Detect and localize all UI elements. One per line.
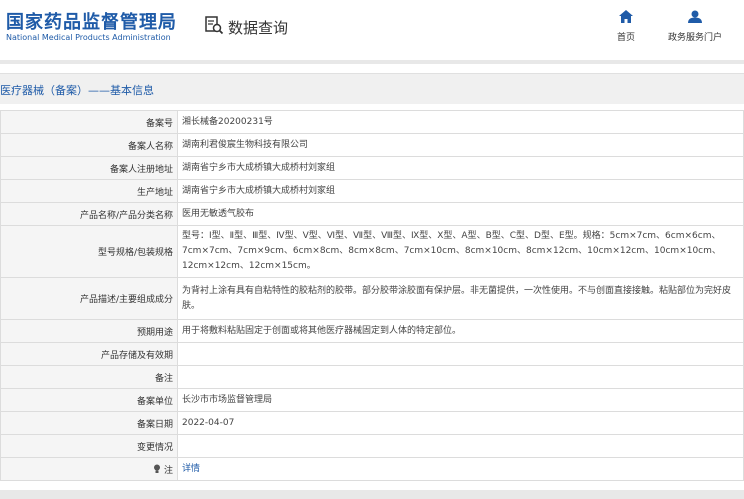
table-row: 变更情况 bbox=[0, 434, 744, 458]
row-value: 长沙市市场监督管理局 bbox=[177, 388, 744, 412]
row-value: 湖南省宁乡市大成桥镇大成桥村刘家组 bbox=[177, 179, 744, 203]
row-value: 湖南省宁乡市大成桥镇大成桥村刘家组 bbox=[177, 156, 744, 180]
table-row: 备案人注册地址 湖南省宁乡市大成桥镇大成桥村刘家组 bbox=[0, 156, 744, 180]
table-row: 注 详情 bbox=[0, 457, 744, 481]
row-label: 生产地址 bbox=[0, 179, 178, 203]
table-row: 产品名称/产品分类名称 医用无敏透气胶布 bbox=[0, 202, 744, 226]
row-value: 湘长械备20200231号 bbox=[177, 110, 744, 134]
row-label: 备案人注册地址 bbox=[0, 156, 178, 180]
row-label: 型号规格/包装规格 bbox=[0, 225, 178, 278]
bulb-icon bbox=[153, 464, 164, 476]
row-value: 医用无敏透气胶布 bbox=[177, 202, 744, 226]
table-row: 备案单位 长沙市市场监督管理局 bbox=[0, 388, 744, 412]
data-query-title: 数据查询 bbox=[204, 15, 288, 39]
table-row: 备注 bbox=[0, 365, 744, 389]
nav-gov-portal-label: 政务服务门户 bbox=[668, 33, 723, 43]
row-label: 预期用途 bbox=[0, 319, 178, 343]
site-logo-en[interactable]: National Medical Products Administration bbox=[6, 33, 171, 42]
row-label: 备案人名称 bbox=[0, 133, 178, 157]
table-row: 备案号 湘长械备20200231号 bbox=[0, 110, 744, 134]
breadcrumb: 医疗器械（备案）——基本信息 bbox=[0, 84, 154, 97]
table-row: 产品存储及有效期 bbox=[0, 342, 744, 366]
table-row: 预期用途 用于将敷料粘贴固定于创面或将其他医疗器械固定到人体的特定部位。 bbox=[0, 319, 744, 343]
note-label-cell: 注 bbox=[0, 457, 178, 481]
site-logo-cn[interactable]: 国家药品监督管理局 bbox=[6, 8, 177, 34]
row-value bbox=[177, 434, 744, 458]
home-icon bbox=[617, 10, 635, 26]
row-value bbox=[177, 365, 744, 389]
site-header: 国家药品监督管理局 National Medical Products Admi… bbox=[0, 0, 744, 60]
row-label: 备注 bbox=[0, 365, 178, 389]
row-value: 型号：Ⅰ型、Ⅱ型、Ⅲ型、Ⅳ型、Ⅴ型、Ⅵ型、Ⅶ型、Ⅷ型、Ⅸ型、Ⅹ型、A型、B型、C… bbox=[177, 225, 744, 278]
row-label: 注 bbox=[163, 465, 173, 476]
breadcrumb-bar: 医疗器械（备案）——基本信息 bbox=[0, 73, 744, 104]
row-label: 产品描述/主要组成成分 bbox=[0, 277, 178, 320]
query-label: 数据查询 bbox=[228, 18, 289, 37]
header-divider bbox=[0, 60, 744, 64]
search-document-icon bbox=[204, 15, 224, 39]
row-label: 备案单位 bbox=[0, 388, 178, 412]
table-row: 型号规格/包装规格 型号：Ⅰ型、Ⅱ型、Ⅲ型、Ⅳ型、Ⅴ型、Ⅵ型、Ⅶ型、Ⅷ型、Ⅸ型、… bbox=[0, 225, 744, 278]
nav-home[interactable]: 首页 bbox=[617, 10, 635, 43]
nav-gov-portal[interactable]: 政务服务门户 bbox=[668, 10, 722, 43]
row-label: 产品名称/产品分类名称 bbox=[0, 202, 178, 226]
table-row: 产品描述/主要组成成分 为背衬上涂有具有自粘特性的胶粘剂的胶带。部分胶带涂胶面有… bbox=[0, 277, 744, 320]
row-value: 详情 bbox=[177, 457, 744, 481]
table-row: 备案人名称 湖南利君俊宸生物科技有限公司 bbox=[0, 133, 744, 157]
row-value: 2022-04-07 bbox=[177, 411, 744, 435]
row-value bbox=[177, 342, 744, 366]
details-link[interactable]: 详情 bbox=[182, 464, 200, 474]
row-value: 用于将敷料粘贴固定于创面或将其他医疗器械固定到人体的特定部位。 bbox=[177, 319, 744, 343]
table-row: 备案日期 2022-04-07 bbox=[0, 411, 744, 435]
row-value: 湖南利君俊宸生物科技有限公司 bbox=[177, 133, 744, 157]
row-value: 为背衬上涂有具有自粘特性的胶粘剂的胶带。部分胶带涂胶面有保护层。非无菌提供，一次… bbox=[177, 277, 744, 320]
row-label: 备案日期 bbox=[0, 411, 178, 435]
row-label: 备案号 bbox=[0, 110, 178, 134]
record-info-table: 备案号 湘长械备20200231号 备案人名称 湖南利君俊宸生物科技有限公司 备… bbox=[0, 110, 744, 481]
table-row: 生产地址 湖南省宁乡市大成桥镇大成桥村刘家组 bbox=[0, 179, 744, 203]
row-label: 产品存储及有效期 bbox=[0, 342, 178, 366]
user-icon bbox=[668, 10, 722, 26]
nav-home-label: 首页 bbox=[617, 33, 636, 43]
footer-bar bbox=[0, 490, 744, 499]
row-label: 变更情况 bbox=[0, 434, 178, 458]
